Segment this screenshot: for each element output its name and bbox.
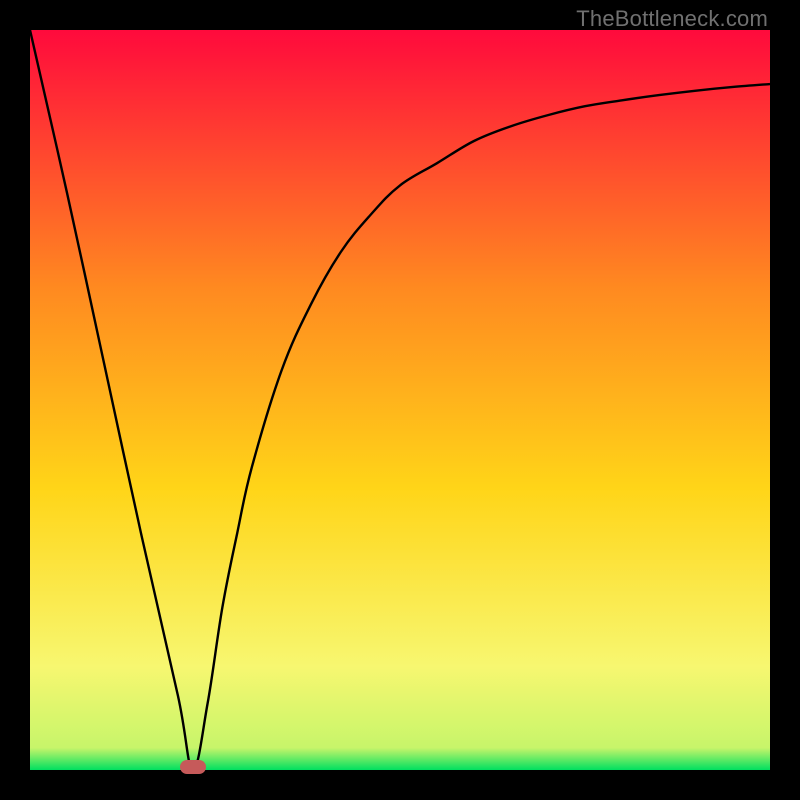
chart-frame <box>30 30 770 770</box>
watermark-text: TheBottleneck.com <box>576 6 768 32</box>
minimum-marker <box>180 760 206 774</box>
bottleneck-chart <box>30 30 770 770</box>
gradient-background <box>30 30 770 770</box>
